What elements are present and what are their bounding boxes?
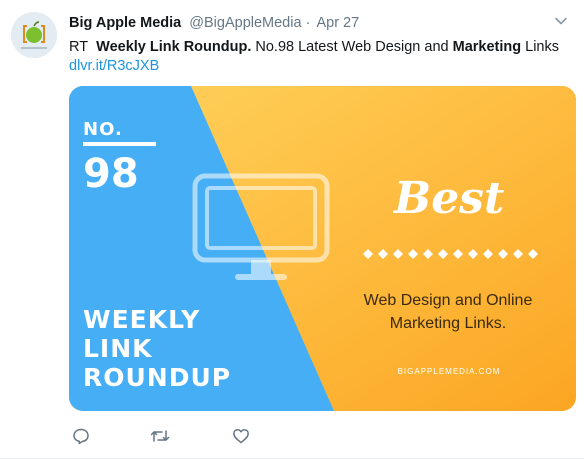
retweet-icon[interactable] bbox=[150, 427, 170, 445]
weekly-line-1: WEEKLY bbox=[83, 305, 201, 334]
chevron-down-icon[interactable] bbox=[554, 14, 568, 28]
weekly-roundup-title: WEEKLY LINK ROUNDUP bbox=[83, 305, 231, 392]
timestamp[interactable]: Apr 27 bbox=[316, 15, 359, 31]
author-name[interactable]: Big Apple Media bbox=[69, 15, 181, 31]
tweet-link[interactable]: dlvr.it/R3cJXB bbox=[69, 56, 159, 76]
link-card-image[interactable]: NO. 98 WEEKLY LINK ROUNDUP Best Web Desi… bbox=[69, 86, 576, 411]
subtitle-line-2: Marketing Links. bbox=[389, 315, 507, 332]
issue-underline bbox=[83, 142, 156, 146]
best-heading: Best bbox=[394, 173, 505, 224]
avatar[interactable] bbox=[11, 12, 57, 58]
tweet-text-bold-1: Weekly Link Roundup. bbox=[96, 39, 252, 55]
issue-label: NO. bbox=[83, 119, 123, 140]
tweet-actions bbox=[72, 427, 292, 445]
tweet[interactable]: Big Apple Media @BigAppleMedia · Apr 27 … bbox=[0, 0, 584, 459]
weekly-line-2: LINK bbox=[83, 334, 153, 363]
site-url: BIGAPPLEMEDIA.COM bbox=[397, 367, 501, 376]
diamond-divider bbox=[363, 249, 538, 259]
heart-icon[interactable] bbox=[232, 427, 250, 445]
tweet-text-bold-2: Marketing bbox=[452, 39, 522, 55]
tweet-text: RT Weekly Link Roundup. No.98 Latest Web… bbox=[69, 37, 569, 57]
author-handle[interactable]: @BigAppleMedia bbox=[189, 15, 301, 31]
card-subtitle: Web Design and Online Marketing Links. bbox=[339, 289, 557, 335]
weekly-line-3: ROUNDUP bbox=[83, 363, 232, 392]
apple-logo-icon bbox=[11, 12, 57, 58]
tweet-text-suffix: Links bbox=[525, 39, 559, 55]
tweet-header: Big Apple Media @BigAppleMedia · Apr 27 bbox=[69, 14, 359, 32]
subtitle-line-1: Web Design and Online bbox=[363, 292, 533, 309]
tweet-text-middle: No.98 Latest Web Design and bbox=[255, 39, 449, 55]
tweet-text-prefix: RT bbox=[69, 39, 89, 55]
separator: · bbox=[305, 15, 311, 31]
reply-icon[interactable] bbox=[72, 427, 90, 445]
monitor-icon bbox=[192, 173, 330, 280]
issue-number: 98 bbox=[83, 151, 139, 197]
